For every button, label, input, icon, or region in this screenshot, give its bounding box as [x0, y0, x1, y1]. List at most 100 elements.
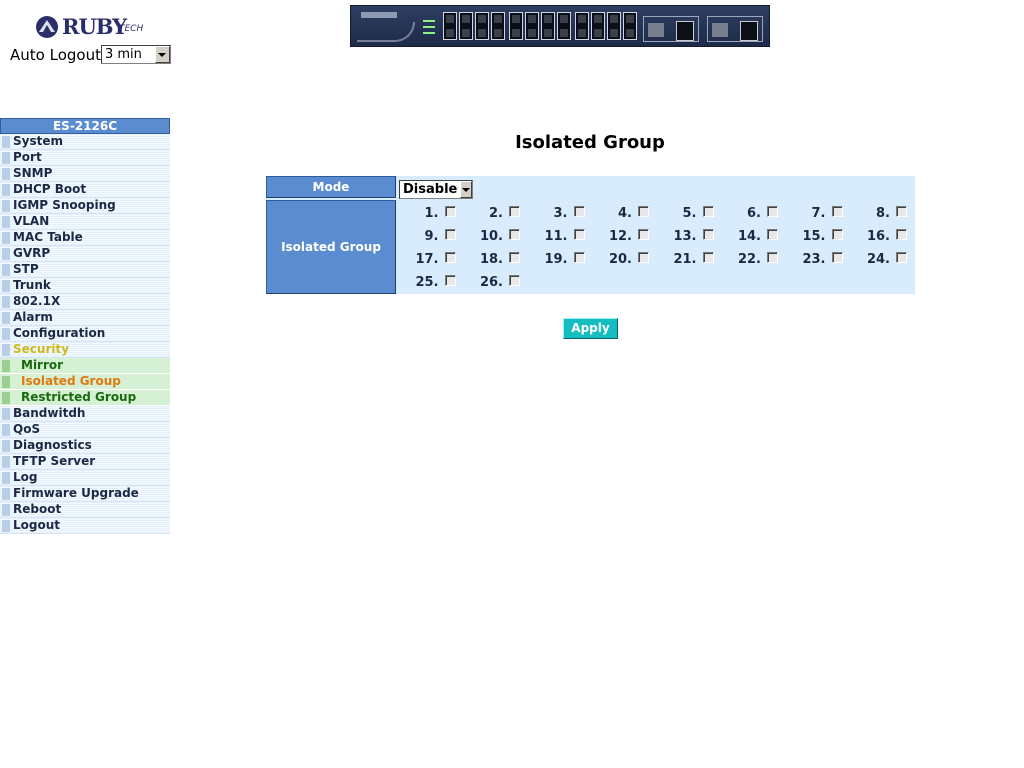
port-block-1 [443, 12, 505, 40]
port-number: 14. [737, 229, 761, 244]
port-checkbox[interactable] [831, 252, 843, 263]
port-checkbox[interactable] [831, 229, 843, 240]
mode-select[interactable]: Disable [399, 180, 473, 199]
port-checkbox[interactable] [896, 252, 907, 263]
port-option: 24. [851, 248, 916, 271]
port-number: 20. [608, 252, 632, 267]
port-option: 20. [593, 248, 658, 271]
port-checkbox[interactable] [573, 252, 585, 263]
port-option: 9. [399, 225, 464, 248]
port-number: 26. [479, 275, 503, 290]
port-option: 23. [786, 248, 851, 271]
sidebar-item-trunk[interactable]: Trunk [0, 278, 170, 294]
device-swoosh [357, 22, 415, 42]
port-checkbox[interactable] [638, 206, 649, 217]
gigabit-port-1 [643, 16, 699, 42]
mode-select-wrap: Disable [399, 178, 473, 199]
port-checkbox[interactable] [896, 206, 907, 217]
port-checkbox[interactable] [573, 229, 585, 240]
auto-logout-label: Auto Logout [10, 45, 101, 64]
sidebar-item-system[interactable]: System [0, 134, 170, 150]
port-option: 2. [464, 202, 529, 225]
port-checkbox[interactable] [702, 229, 714, 240]
sidebar-item-tftp-server[interactable]: TFTP Server [0, 454, 170, 470]
port-checkbox[interactable] [509, 229, 520, 240]
port-checkbox[interactable] [444, 229, 456, 240]
auto-logout-select[interactable]: 3 min [100, 45, 171, 64]
mode-select-value: Disable [403, 182, 458, 197]
sidebar-item-port[interactable]: Port [0, 150, 170, 166]
sidebar-item-reboot[interactable]: Reboot [0, 502, 170, 518]
port-number: 9. [424, 229, 439, 244]
port-block-3 [575, 12, 637, 40]
port-checkbox[interactable] [702, 206, 714, 217]
port-checkbox[interactable] [444, 206, 456, 217]
port-option: 15. [786, 225, 851, 248]
sidebar-item-log[interactable]: Log [0, 470, 170, 486]
sidebar-item-dhcp-boot[interactable]: DHCP Boot [0, 182, 170, 198]
ruby-tech-logo: RUBY TECH [35, 13, 145, 41]
port-block-2 [509, 12, 571, 40]
port-checkbox[interactable] [831, 206, 843, 217]
port-number: 21. [673, 252, 697, 267]
switch-front-panel-image [350, 5, 770, 47]
page-title: Isolated Group [515, 132, 665, 153]
isolated-group-label: Isolated Group [266, 200, 396, 294]
port-number: 7. [811, 206, 826, 221]
port-option: 8. [851, 202, 916, 225]
sidebar-item-qos[interactable]: QoS [0, 422, 170, 438]
port-checkbox[interactable] [702, 252, 714, 263]
port-number: 13. [673, 229, 697, 244]
port-option: 26. [464, 271, 529, 294]
port-option: 4. [593, 202, 658, 225]
sidebar-item-configuration[interactable]: Configuration [0, 326, 170, 342]
device-leds [423, 20, 435, 38]
sidebar-item-logout[interactable]: Logout [0, 518, 170, 534]
sidebar-item-isolated-group[interactable]: Isolated Group [0, 374, 170, 390]
port-checkbox[interactable] [444, 275, 456, 286]
port-checkbox[interactable] [638, 252, 649, 263]
logo-text: RUBY [62, 14, 127, 39]
sidebar-item-mac-table[interactable]: MAC Table [0, 230, 170, 246]
port-option: 7. [786, 202, 851, 225]
port-number: 15. [802, 229, 826, 244]
sidebar-item-8021x[interactable]: 802.1X [0, 294, 170, 310]
port-checkbox[interactable] [509, 206, 520, 217]
chevron-down-icon[interactable] [460, 181, 472, 198]
sidebar-item-vlan[interactable]: VLAN [0, 214, 170, 230]
port-checkbox[interactable] [573, 206, 585, 217]
sidebar-item-firmware-upgrade[interactable]: Firmware Upgrade [0, 486, 170, 502]
port-number: 2. [489, 206, 503, 221]
port-checkbox[interactable] [444, 252, 456, 263]
port-option: 14. [722, 225, 787, 248]
sidebar-item-restricted-group[interactable]: Restricted Group [0, 390, 170, 406]
port-option: 12. [593, 225, 658, 248]
port-checkbox[interactable] [638, 229, 649, 240]
sidebar-item-igmp-snooping[interactable]: IGMP Snooping [0, 198, 170, 214]
port-number: 16. [866, 229, 890, 244]
sidebar-item-bandwidth[interactable]: Bandwitdh [0, 406, 170, 422]
sidebar-item-security[interactable]: Security [0, 342, 170, 358]
port-checkbox[interactable] [896, 229, 907, 240]
port-number: 5. [682, 206, 697, 221]
sidebar-menu: ES-2126C System Port SNMP DHCP Boot IGMP… [0, 118, 170, 534]
port-option: 13. [657, 225, 722, 248]
chevron-down-icon[interactable] [154, 46, 170, 63]
sidebar-item-stp[interactable]: STP [0, 262, 170, 278]
device-brand-mark [361, 12, 397, 18]
sidebar-item-gvrp[interactable]: GVRP [0, 246, 170, 262]
sidebar-item-mirror[interactable]: Mirror [0, 358, 170, 374]
sidebar-item-diagnostics[interactable]: Diagnostics [0, 438, 170, 454]
apply-button[interactable]: Apply [563, 318, 618, 339]
port-option: 25. [399, 271, 464, 294]
logo-icon [36, 16, 58, 38]
sidebar-item-snmp[interactable]: SNMP [0, 166, 170, 182]
port-checkbox[interactable] [509, 275, 520, 286]
sidebar-item-alarm[interactable]: Alarm [0, 310, 170, 326]
port-checkbox[interactable] [767, 252, 778, 263]
port-option: 10. [464, 225, 529, 248]
logo-suffix: TECH [119, 24, 144, 34]
port-checkbox[interactable] [509, 252, 520, 263]
port-checkbox[interactable] [767, 206, 778, 217]
port-checkbox[interactable] [767, 229, 778, 240]
